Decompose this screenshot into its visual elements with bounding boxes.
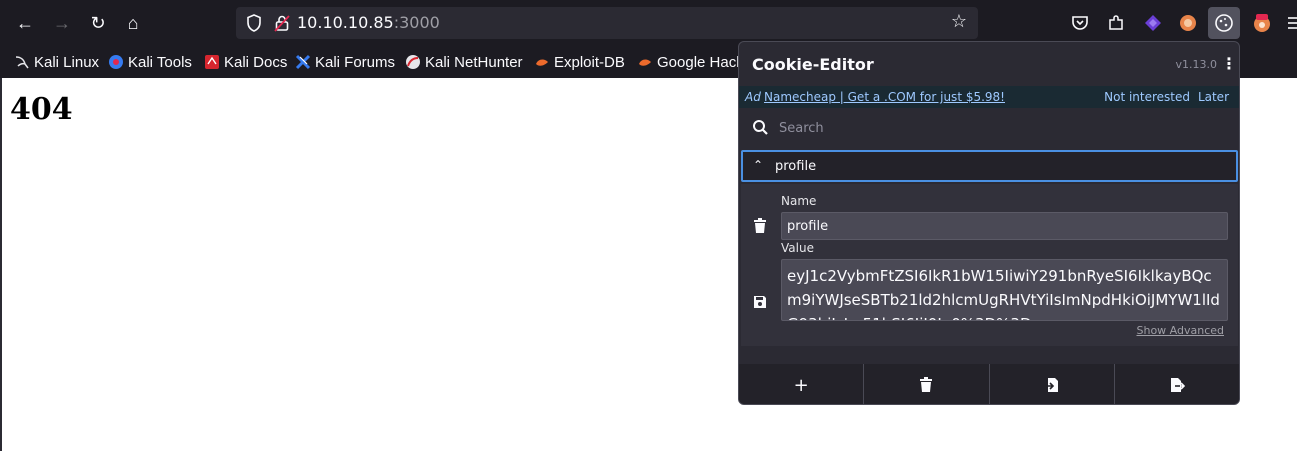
profile-avatar-icon[interactable]: [1249, 10, 1275, 36]
version-label: v1.13.0: [1175, 58, 1218, 71]
popup-title: Cookie-Editor: [752, 55, 874, 74]
bookmark-label: Google Hack: [657, 53, 744, 71]
bookmark-star-icon[interactable]: ☆: [948, 11, 970, 33]
home-button[interactable]: ⌂: [119, 9, 147, 37]
menu-hamburger-icon[interactable]: [1282, 10, 1297, 36]
not-interested-link[interactable]: Not interested: [1104, 90, 1190, 104]
chevron-up-icon: ⌃: [753, 158, 764, 172]
bookmark-label: Kali NetHunter: [425, 53, 523, 71]
extension-orange-icon[interactable]: [1175, 10, 1201, 36]
insecure-lock-icon[interactable]: [272, 13, 292, 33]
delete-all-button[interactable]: [864, 364, 990, 404]
search-row: [739, 108, 1239, 148]
ad-link[interactable]: Namecheap | Get a .COM for just $5.98!: [764, 90, 1005, 104]
delete-cookie-trash-icon[interactable]: [753, 218, 767, 234]
ad-banner: Ad Namecheap | Get a .COM for just $5.98…: [739, 86, 1239, 108]
trash-icon: [920, 377, 933, 392]
cookie-name-field[interactable]: profile: [781, 212, 1228, 240]
import-icon: [1044, 378, 1058, 392]
cookie-editor-extension-icon[interactable]: [1208, 7, 1240, 39]
kali-forums-icon: [295, 54, 311, 70]
kali-dragon-icon: [15, 56, 29, 69]
show-advanced-link[interactable]: Show Advanced: [1136, 324, 1224, 337]
google-hacking-icon: [639, 59, 651, 66]
bookmark-google-hacking[interactable]: Google Hack: [637, 52, 744, 72]
search-input[interactable]: [779, 116, 1229, 140]
search-icon: [753, 120, 768, 135]
cookie-header-name: profile: [775, 159, 817, 174]
kebab-menu-icon[interactable]: ⋮: [1221, 54, 1237, 74]
bookmark-label: Exploit-DB: [554, 53, 625, 71]
cookie-value-field[interactable]: eyJ1c2VybmFtZSI6IkR1bW15IiwiY291bnRyeSI6…: [781, 259, 1228, 321]
bookmark-label: Kali Forums: [315, 53, 396, 71]
url-bar[interactable]: 10.10.10.85:3000 ☆: [236, 7, 978, 39]
back-button[interactable]: ←: [11, 9, 39, 37]
popup-footer: +: [739, 364, 1239, 404]
extension-purple-icon[interactable]: [1140, 10, 1166, 36]
extensions-puzzle-icon[interactable]: [1103, 10, 1129, 36]
save-cookie-icon[interactable]: [753, 294, 767, 310]
bookmark-label: Kali Linux: [34, 53, 100, 71]
bookmark-kali-forums[interactable]: Kali Forums: [295, 52, 395, 72]
export-icon: [1170, 378, 1185, 392]
bookmark-kali-docs[interactable]: Kali Docs: [204, 52, 287, 72]
bookmark-exploit-db[interactable]: Exploit-DB: [534, 52, 625, 72]
add-cookie-button[interactable]: +: [739, 364, 865, 404]
kali-tools-icon: [109, 55, 123, 69]
bookmark-label: Kali Docs: [224, 53, 288, 71]
value-label: Value: [781, 241, 814, 255]
name-label: Name: [781, 194, 817, 208]
kali-docs-icon: [205, 55, 219, 69]
forward-button[interactable]: →: [48, 9, 76, 37]
pocket-icon[interactable]: [1067, 10, 1093, 36]
import-button[interactable]: [990, 364, 1115, 404]
url-text[interactable]: 10.10.10.85:3000: [297, 13, 440, 32]
kali-nethunter-icon: [406, 55, 420, 69]
bookmark-kali-nethunter[interactable]: Kali NetHunter: [405, 52, 523, 72]
url-host: 10.10.10.85: [297, 13, 394, 32]
export-button[interactable]: [1115, 364, 1239, 404]
tracking-protection-icon[interactable]: [244, 13, 264, 33]
bookmark-kali-tools[interactable]: Kali Tools: [108, 52, 192, 72]
popup-header: Cookie-Editor v1.13.0 ⋮: [739, 42, 1239, 86]
cookie-editor-popup: Cookie-Editor v1.13.0 ⋮ Ad Namecheap | G…: [738, 41, 1240, 405]
reload-button[interactable]: ↻: [84, 9, 112, 37]
cookie-header-profile[interactable]: ⌃ profile: [741, 150, 1238, 182]
bookmark-label: Kali Tools: [128, 53, 192, 71]
toolbar: ← → ↻ ⌂ 10.10.10.85:3000 ☆: [0, 0, 1297, 46]
page-heading: 404: [10, 92, 73, 127]
exploit-db-icon: [536, 59, 548, 66]
cookie-details: Name profile Value eyJ1c2VybmFtZSI6IkR1b…: [741, 184, 1238, 346]
ad-tag: Ad: [745, 90, 761, 104]
later-link[interactable]: Later: [1198, 90, 1229, 104]
bookmark-kali-linux[interactable]: Kali Linux: [14, 52, 99, 72]
url-port: :3000: [393, 13, 440, 32]
add-label: +: [793, 374, 809, 396]
